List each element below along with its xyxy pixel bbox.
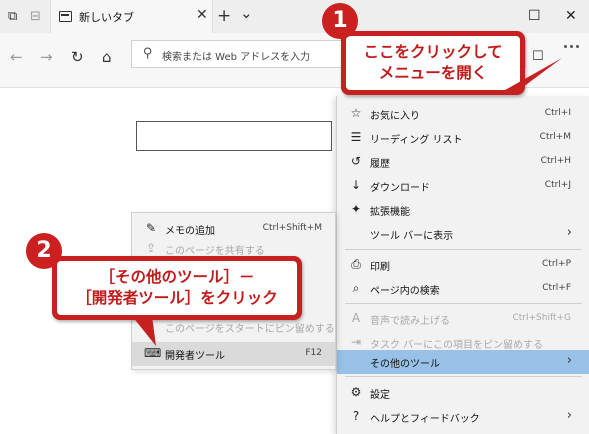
more-menu-button[interactable] — [556, 36, 586, 58]
menu-divider — [345, 376, 582, 377]
step-badge: 1 — [322, 3, 358, 39]
read-aloud-icon: A — [351, 311, 361, 325]
chevron-right-icon: › — [566, 408, 572, 423]
find-icon: ⌕ — [352, 281, 360, 295]
tab-new-tab[interactable]: 新しいタブ ✕ — [50, 0, 213, 33]
home-icon[interactable]: ⌂ — [102, 48, 112, 66]
callout-line: ここをクリックして — [363, 43, 503, 61]
step-badge: 2 — [26, 233, 62, 269]
new-tab-button[interactable]: + — [217, 6, 231, 26]
menu-item-shortcut: Ctrl+I — [544, 108, 571, 118]
menu-item-reading-list[interactable]: ☰ リーディング リスト Ctrl+M — [337, 126, 589, 150]
reading-list-icon: ☰ — [350, 130, 362, 144]
menu-item-shortcut: Ctrl+J — [544, 180, 571, 190]
callout-open-menu: ここをクリックして メニューを開く — [341, 31, 525, 95]
chevron-right-icon: › — [566, 225, 572, 240]
tab-list-chevron-icon[interactable]: ⌄ — [240, 4, 253, 22]
menu-item-shortcut: Ctrl+P — [542, 259, 571, 269]
chevron-right-icon: › — [566, 353, 572, 368]
share-icon: ⇪ — [145, 241, 157, 255]
callout-line: メニューを開く — [378, 64, 488, 82]
menu-item-label: ページ内の検索 — [370, 286, 440, 297]
menu-item-shortcut: F12 — [305, 348, 322, 358]
callout-developer-tools: ［その他のツール］－ ［開発者ツール］をクリック — [52, 256, 302, 320]
menu-item-label: お気に入り — [370, 111, 420, 122]
pin-icon: ⇥ — [350, 335, 362, 349]
back-icon[interactable]: ← — [10, 48, 23, 66]
menu-item-label: リーディング リスト — [370, 135, 463, 146]
menu-item-help-feedback[interactable]: ? ヘルプとフィードバック › — [337, 405, 589, 429]
callout-line: ［開発者ツール］をクリック — [76, 289, 278, 307]
menu-item-shortcut: Ctrl+H — [540, 156, 571, 166]
forward-icon[interactable]: → — [40, 48, 53, 66]
menu-item-history[interactable]: ↺ 履歴 Ctrl+H — [337, 150, 589, 174]
callout-line: ［その他のツール］－ — [99, 268, 255, 286]
help-icon: ? — [352, 409, 360, 423]
address-placeholder: 検索または Web アドレスを入力 — [162, 52, 311, 63]
tab-close-icon[interactable]: ✕ — [196, 7, 208, 23]
menu-item-more-tools[interactable]: その他のツール › — [337, 350, 589, 374]
menu-item-downloads[interactable]: ↓ ダウンロード Ctrl+J — [337, 174, 589, 198]
download-icon: ↓ — [350, 178, 362, 192]
tab-actions-icon[interactable]: ⧉ — [8, 9, 17, 24]
menu-item-label: 履歴 — [370, 159, 390, 170]
extensions-icon: ✦ — [350, 202, 362, 216]
menu-item-label: ツール バーに表示 — [370, 231, 454, 242]
menu-item-favorites[interactable]: ☆ お気に入り Ctrl+I — [337, 102, 589, 126]
menu-item-extensions[interactable]: ✦ 拡張機能 — [337, 198, 589, 222]
menu-item-label: その他のツール — [370, 359, 440, 370]
menu-item-shortcut: Ctrl+Shift+G — [512, 313, 571, 323]
menu-item-label: 開発者ツール — [165, 351, 225, 362]
menu-divider — [345, 249, 582, 250]
maximize-icon[interactable]: ☐ — [528, 8, 541, 24]
window-close-icon[interactable]: ✕ — [565, 8, 577, 24]
menu-item-label: メモの追加 — [165, 226, 215, 237]
submenu-item-developer-tools[interactable]: ⌨ 開発者ツール F12 — [132, 342, 335, 366]
menu-item-label: 設定 — [370, 390, 390, 401]
history-icon: ↺ — [350, 154, 362, 168]
menu-item-label: 音声で読み上げる — [370, 316, 450, 327]
menu-item-show-in-toolbar[interactable]: ツール バーに表示 › — [337, 222, 589, 246]
menu-item-label: 拡張機能 — [370, 207, 410, 218]
print-icon: ⎙ — [351, 257, 361, 271]
menu-item-label: このページをスタートにピン留めする — [165, 324, 335, 335]
menu-item-find-on-page[interactable]: ⌕ ページ内の検索 Ctrl+F — [337, 277, 589, 301]
menu-item-shortcut: Ctrl+M — [539, 132, 571, 142]
menu-item-label: ダウンロード — [370, 183, 430, 194]
menu-item-settings[interactable]: ⚙ 設定 — [337, 381, 589, 405]
devtools-icon: ⌨ — [144, 346, 162, 360]
star-list-icon: ☆ — [350, 106, 362, 120]
settings-menu: ☆ お気に入り Ctrl+I ☰ リーディング リスト Ctrl+M ↺ 履歴 … — [336, 96, 589, 434]
menu-item-label: タスク バーにこの項目をピン留めする — [370, 340, 543, 351]
menu-item-label: ヘルプとフィードバック — [370, 414, 480, 425]
tab-bar: ⧉ ⊟ 新しいタブ ✕ + ⌄ ☐ ✕ — [0, 0, 589, 33]
menu-divider — [345, 303, 582, 304]
tab-favicon-icon — [59, 11, 72, 22]
page-search-box[interactable] — [136, 121, 332, 151]
reading-view-icon[interactable]: ☐ — [532, 49, 544, 64]
tab-aside-icon[interactable]: ⊟ — [30, 9, 41, 24]
menu-item-read-aloud[interactable]: A 音声で読み上げる Ctrl+Shift+G — [337, 307, 589, 331]
tab-title: 新しいタブ — [79, 11, 134, 24]
menu-item-shortcut: Ctrl+F — [542, 283, 571, 293]
menu-item-shortcut: Ctrl+Shift+M — [262, 223, 322, 233]
menu-item-label: 印刷 — [370, 262, 390, 273]
menu-item-print[interactable]: ⎙ 印刷 Ctrl+P — [337, 253, 589, 277]
menu-item-label: このページを共有する — [165, 246, 265, 257]
search-icon: ⚲ — [143, 46, 153, 61]
pen-icon: ✎ — [145, 221, 157, 235]
refresh-icon[interactable]: ↻ — [71, 48, 84, 66]
settings-icon: ⚙ — [350, 385, 362, 399]
